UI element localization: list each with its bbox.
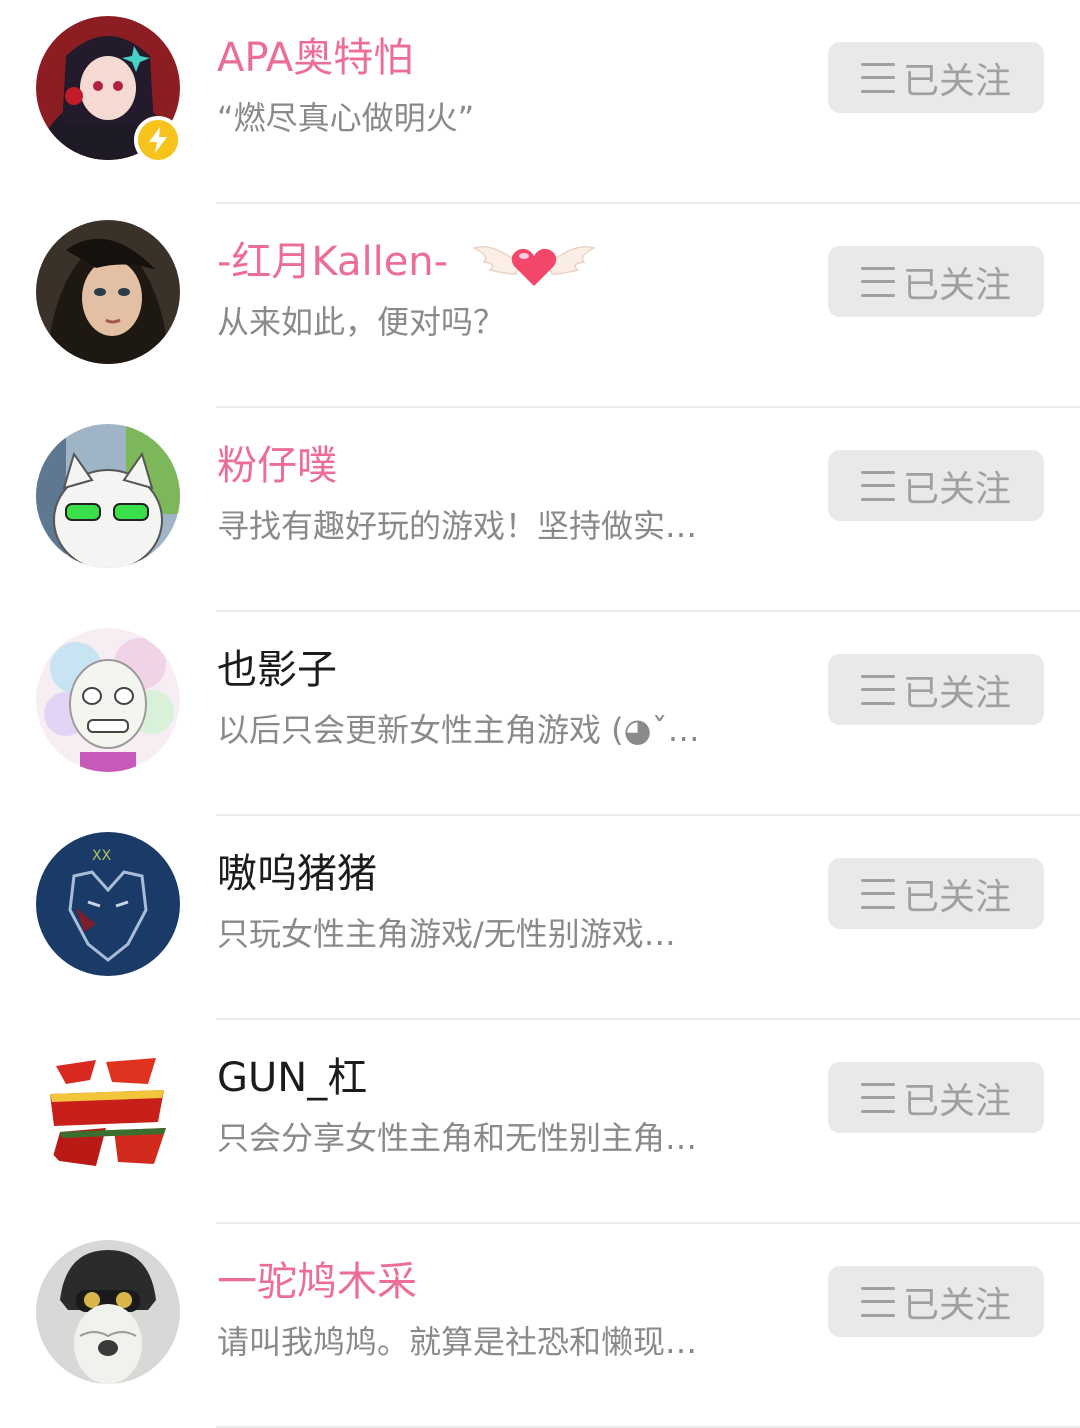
- followed-button[interactable]: 已关注: [828, 1062, 1044, 1133]
- followed-label: 已关注: [902, 468, 1011, 510]
- avatar[interactable]: XX: [36, 832, 180, 976]
- user-bio: 只会分享女性主角和无性别主角…: [217, 1119, 698, 1157]
- avatar[interactable]: [36, 220, 180, 364]
- followed-button[interactable]: 已关注: [828, 654, 1044, 725]
- user-bio: 请叫我鸠鸠。就算是社恐和懒现…: [217, 1323, 698, 1361]
- followed-button[interactable]: 已关注: [828, 1266, 1044, 1337]
- list-item[interactable]: 也影子 以后只会更新女性主角游戏 (◕ˇ… 已关注: [0, 612, 1080, 816]
- user-bio: 只玩女性主角游戏/无性别游戏…: [217, 915, 676, 953]
- username[interactable]: 粉仔噗: [217, 438, 337, 494]
- list-item[interactable]: APA奥特怕 “燃尽真心做明火” 已关注: [0, 0, 1080, 204]
- followed-label: 已关注: [902, 1080, 1011, 1122]
- lightning-icon: [134, 116, 182, 164]
- following-list: APA奥特怕 “燃尽真心做明火” 已关注 -红月Kallen- 从来如此，便对吗…: [0, 0, 1080, 1428]
- username[interactable]: 也影子: [217, 642, 337, 698]
- followed-label: 已关注: [902, 264, 1011, 306]
- user-bio: 寻找有趣好玩的游戏！坚持做实…: [217, 507, 698, 545]
- username[interactable]: -红月Kallen-: [217, 234, 448, 290]
- username[interactable]: GUN_杠: [217, 1050, 367, 1106]
- menu-icon: [860, 266, 895, 297]
- svg-text:XX: XX: [92, 848, 112, 864]
- menu-icon: [860, 470, 895, 501]
- winged-heart-icon: [472, 234, 596, 294]
- list-item[interactable]: GUN_杠 只会分享女性主角和无性别主角… 已关注: [0, 1020, 1080, 1224]
- list-item[interactable]: 粉仔噗 寻找有趣好玩的游戏！坚持做实… 已关注: [0, 408, 1080, 612]
- followed-label: 已关注: [902, 672, 1011, 714]
- menu-icon: [860, 878, 895, 909]
- avatar[interactable]: [36, 424, 180, 568]
- followed-button[interactable]: 已关注: [828, 42, 1044, 113]
- username[interactable]: 一驼鸠木采: [217, 1254, 417, 1310]
- followed-button[interactable]: 已关注: [828, 858, 1044, 929]
- user-bio: 以后只会更新女性主角游戏 (◕ˇ…: [217, 711, 700, 749]
- list-item[interactable]: XX 嗷呜猪猪 只玩女性主角游戏/无性别游戏… 已关注: [0, 816, 1080, 1020]
- user-bio: “燃尽真心做明火”: [217, 99, 475, 137]
- menu-icon: [860, 674, 895, 705]
- user-bio: 从来如此，便对吗？: [217, 303, 506, 341]
- followed-label: 已关注: [902, 876, 1011, 918]
- menu-icon: [860, 1286, 895, 1317]
- list-item[interactable]: -红月Kallen- 从来如此，便对吗？ 已关注: [0, 204, 1080, 408]
- menu-icon: [860, 62, 895, 93]
- avatar[interactable]: [36, 1240, 180, 1384]
- followed-label: 已关注: [902, 60, 1011, 102]
- followed-button[interactable]: 已关注: [828, 246, 1044, 317]
- username[interactable]: APA奥特怕: [217, 30, 413, 86]
- avatar[interactable]: [36, 1036, 180, 1180]
- menu-icon: [860, 1082, 895, 1113]
- list-item[interactable]: 一驼鸠木采 请叫我鸠鸠。就算是社恐和懒现… 已关注: [0, 1224, 1080, 1428]
- followed-button[interactable]: 已关注: [828, 450, 1044, 521]
- followed-label: 已关注: [902, 1284, 1011, 1326]
- avatar[interactable]: [36, 628, 180, 772]
- username[interactable]: 嗷呜猪猪: [217, 846, 377, 902]
